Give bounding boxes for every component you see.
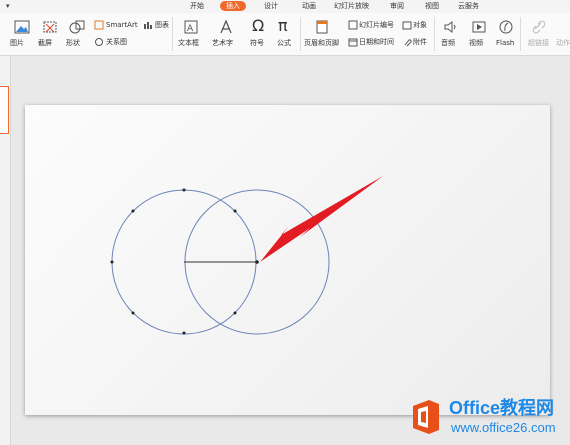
- slide-drawing: [110, 176, 383, 335]
- watermark: Office教程网 www.office26.com: [405, 395, 570, 445]
- watermark-title: Office教程网: [449, 398, 555, 418]
- red-arrow: [260, 176, 383, 262]
- watermark-url: www.office26.com: [451, 420, 556, 435]
- office-logo-icon: [413, 400, 439, 434]
